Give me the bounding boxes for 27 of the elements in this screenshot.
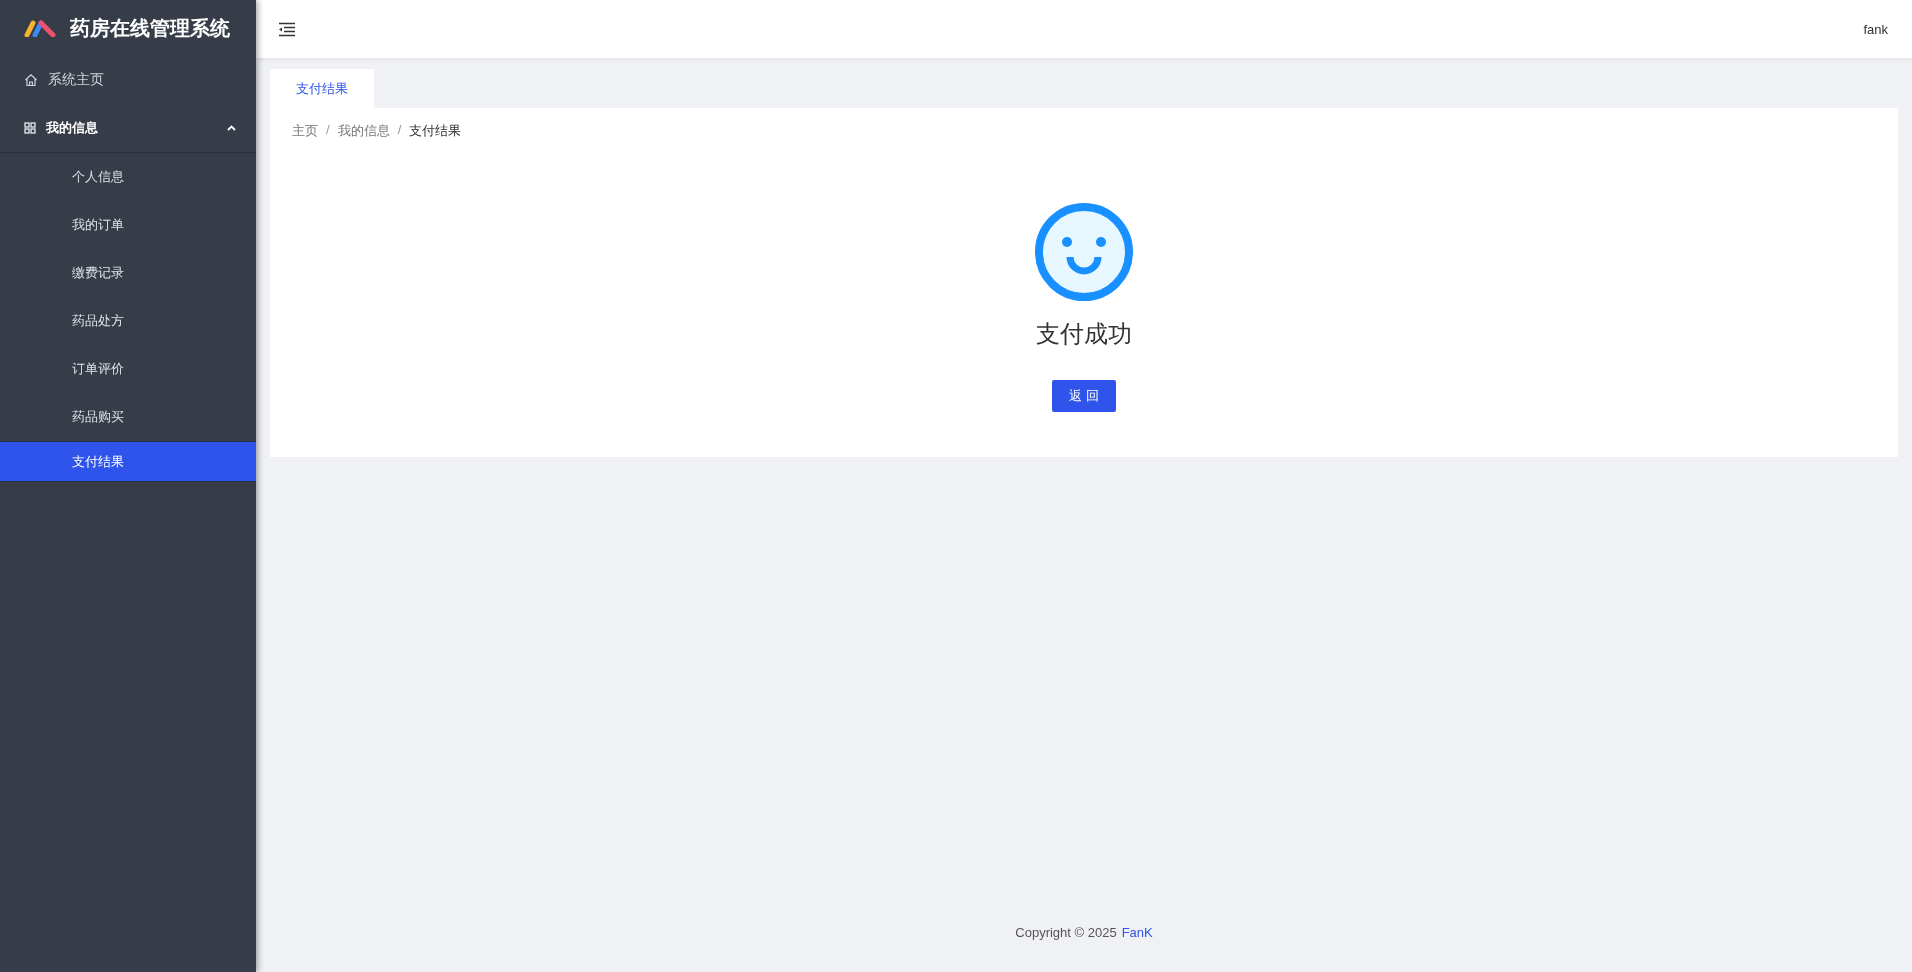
breadcrumb-item: 支付结果 — [409, 122, 462, 140]
breadcrumb-item[interactable]: 我的信息 — [337, 122, 390, 140]
home-icon — [24, 73, 38, 87]
submenu-item[interactable]: 缴费记录 — [0, 249, 256, 297]
submenu-item[interactable]: 药品购买 — [0, 393, 256, 441]
submenu-item[interactable]: 个人信息 — [0, 153, 256, 201]
back-button[interactable]: 返 回 — [1052, 380, 1116, 412]
breadcrumb-separator: / — [397, 122, 402, 139]
breadcrumb-item[interactable]: 主页 — [292, 122, 318, 140]
app-title: 药房在线管理系统 — [70, 15, 230, 41]
user-name[interactable]: fank — [1863, 21, 1888, 37]
collapse-menu-icon[interactable] — [278, 21, 296, 37]
author-link[interactable]: FanK — [1121, 925, 1153, 940]
caret-icon — [227, 125, 236, 131]
page-tab[interactable]: 支付结果 — [270, 69, 374, 108]
result-title: 支付成功 — [1036, 319, 1132, 349]
smiley-icon — [1034, 202, 1134, 302]
submenu-item[interactable]: 药品处方 — [0, 297, 256, 345]
submenu-item[interactable]: 订单评价 — [0, 345, 256, 393]
submenu-item[interactable]: 支付结果 — [0, 441, 256, 482]
menu-group[interactable]: 我的信息 — [0, 104, 256, 152]
submenu-item[interactable]: 我的订单 — [0, 201, 256, 249]
grid-icon — [24, 122, 36, 134]
logo-icon — [24, 19, 56, 37]
breadcrumb-separator: / — [326, 122, 330, 139]
copyright-text: Copyright © 2025 — [1015, 925, 1117, 940]
menu-item[interactable]: 系统主页 — [0, 56, 256, 104]
